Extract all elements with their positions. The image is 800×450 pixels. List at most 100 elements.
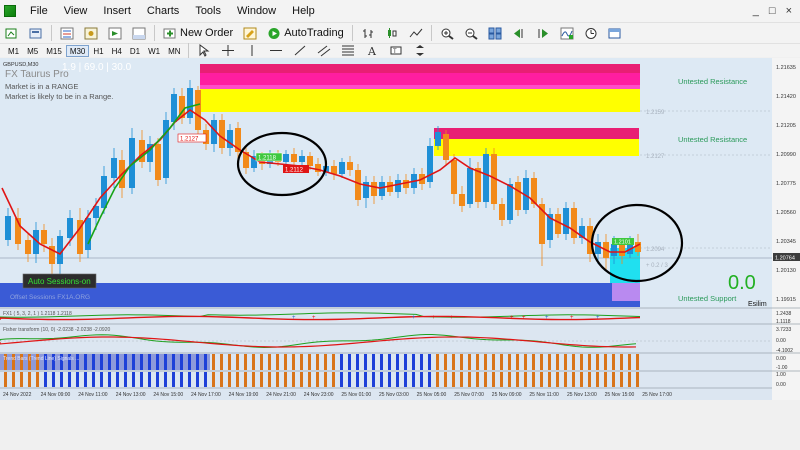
trend-bar [508,354,511,370]
signal-marker: + [510,315,514,321]
tf-h4[interactable]: H4 [108,45,126,57]
menu-tools[interactable]: Tools [187,5,229,17]
channel-button[interactable] [313,42,335,60]
menu-view[interactable]: View [56,5,96,17]
trend-bar [356,354,359,370]
trend-bar [140,354,143,370]
zoom-out-button[interactable] [460,24,482,42]
price-tag-b: 1.2118 [258,156,277,162]
tf-mn[interactable]: MN [164,45,184,57]
horizontal-line-button[interactable] [265,42,287,60]
auto-scroll-button[interactable] [508,24,530,42]
tf-m5[interactable]: M5 [23,45,42,57]
menu-charts[interactable]: Charts [139,5,187,17]
candle-body [5,216,11,240]
crosshair-tool-button[interactable] [217,42,239,60]
menu-insert[interactable]: Insert [95,5,139,17]
svg-text:T: T [393,49,397,55]
tile-windows-button[interactable] [484,24,506,42]
templates-icon [608,28,621,38]
signal-bar [356,372,359,387]
chart-window[interactable]: 1.2127 1.2118 1.2112 1.2101 1.2159 1.212… [0,58,800,400]
templates-button[interactable] [604,24,626,42]
signal-marker: + [570,315,574,321]
signal-marker: + [450,315,454,321]
trend-bar [84,354,87,370]
meta-editor-button[interactable] [239,24,261,42]
candle-body [515,182,521,210]
candlestick-button[interactable] [381,24,403,42]
tf-m15[interactable]: M15 [42,45,66,57]
minimize-button[interactable]: _ [753,5,759,17]
time-axis-label: 24 Nov 13:00 [116,392,146,398]
indicators-button[interactable] [556,24,578,42]
trend-bar [164,354,167,370]
time-axis-label: 24 Nov 2022 [3,392,32,398]
line-chart-button[interactable] [405,24,427,42]
trend-bar [500,354,503,370]
periods-button[interactable] [580,24,602,42]
trend-bar [484,354,487,370]
zoom-in-button[interactable] [436,24,458,42]
arrows-tool-button[interactable] [409,42,431,60]
tf-m1[interactable]: M1 [4,45,23,57]
candle-body [443,134,449,160]
data-window-button[interactable] [80,24,102,42]
candle-body [283,154,289,162]
small-tag: + 0.2 / 3 [646,263,669,269]
new-order-button[interactable]: New Order [159,24,237,42]
market-watch-button[interactable] [56,24,78,42]
signal-bar [372,372,375,387]
menu-file[interactable]: File [22,5,56,17]
tf-m30[interactable]: M30 [65,44,90,57]
time-axis-label: 24 Nov 21:00 [266,392,296,398]
signal-bar [236,372,239,387]
signal-bar [460,372,463,387]
trendline-button[interactable] [289,42,311,60]
signal-bar [164,372,167,387]
candle-body [339,162,345,174]
profiles-button[interactable] [25,24,47,42]
time-axis-label: 24 Nov 11:00 [78,392,108,398]
trend-bar [460,354,463,370]
terminal-button[interactable] [128,24,150,42]
signal-bar [260,372,263,387]
tf-d1[interactable]: D1 [126,45,144,57]
cursor-tool-button[interactable] [193,42,215,60]
candle-body [85,218,91,250]
trend-bar [100,354,103,370]
close-button[interactable]: × [786,5,792,17]
navigator-button[interactable] [104,24,126,42]
vertical-line-button[interactable] [241,42,263,60]
trend-bar [340,354,343,370]
candle-body [25,240,31,254]
restore-button[interactable]: □ [769,5,776,17]
signal-bar [396,372,399,387]
tf-h1[interactable]: H1 [89,45,107,57]
chart-canvas[interactable]: 1.2127 1.2118 1.2112 1.2101 1.2159 1.212… [0,58,800,400]
crosshair-icon [221,45,234,56]
fibonacci-button[interactable] [337,42,359,60]
signal-bar [252,372,255,387]
signal-bar [212,372,215,387]
tf-w1[interactable]: W1 [144,45,164,57]
text-tool-button[interactable]: A [361,42,383,60]
label-tool-button[interactable]: T [385,42,407,60]
new-chart-button[interactable] [1,24,23,42]
trend-bar [628,354,631,370]
menu-window[interactable]: Window [229,5,284,17]
bar-chart-button[interactable] [357,24,379,42]
signal-marker: + [522,315,526,321]
time-axis-label: 25 Nov 09:00 [492,392,522,398]
time-axis-label: 24 Nov 17:00 [191,392,221,398]
signal-marker: + [292,315,296,321]
trend-bar [516,354,519,370]
autotrading-button[interactable]: AutoTrading [263,24,348,42]
menu-help[interactable]: Help [284,5,323,17]
signal-bar [244,372,247,387]
trend-bar [132,354,135,370]
signal-bar [636,372,639,387]
trend-bar [364,354,367,370]
chart-shift-button[interactable] [532,24,554,42]
trend-bar [572,354,575,370]
